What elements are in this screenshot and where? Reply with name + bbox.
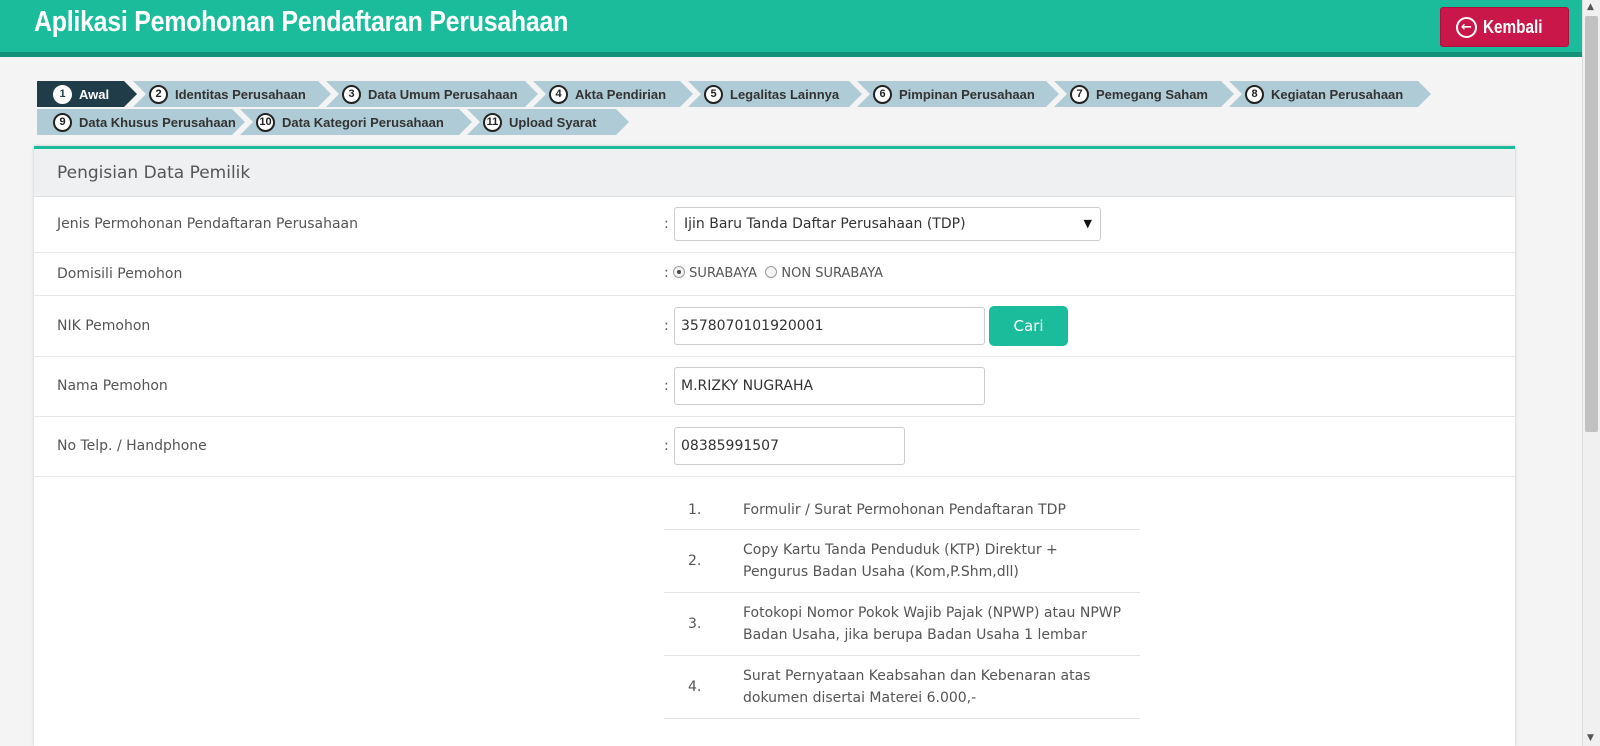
list-item: 3. Fotokopi Nomor Pokok Wajib Pajak (NPW… [664, 593, 1140, 656]
step-number-badge: 9 [53, 113, 72, 132]
nama-input[interactable]: M.RIZKY NUGRAHA [674, 367, 985, 405]
wizard-steps: 1 Awal 2 Identitas Perusahaan 3 Data Umu… [37, 81, 1537, 137]
step-label: Data Umum Perusahaan [368, 86, 518, 102]
colon: : [664, 216, 669, 232]
requirement-number: 3. [688, 616, 702, 632]
step-number-badge: 5 [704, 85, 723, 104]
step-data-kategori-perusahaan[interactable]: 10 Data Kategori Perusahaan [240, 109, 472, 135]
scroll-up-arrow-icon[interactable]: ▲ [1587, 2, 1594, 12]
form-row-nama: Nama Pemohon : M.RIZKY NUGRAHA [34, 357, 1515, 417]
telp-input[interactable]: 08385991507 [674, 427, 905, 465]
step-number-badge: 2 [149, 85, 168, 104]
list-item: 1. Formulir / Surat Permohonan Pendaftar… [664, 491, 1140, 530]
step-label: Data Khusus Perusahaan [79, 114, 236, 130]
wizard-steps-row-1: 1 Awal 2 Identitas Perusahaan 3 Data Umu… [37, 81, 1537, 108]
step-upload-syarat[interactable]: 11 Upload Syarat [467, 109, 629, 135]
step-pemegang-saham[interactable]: 7 Pemegang Saham [1054, 81, 1234, 107]
chevron-down-icon: ▼ [1083, 217, 1092, 230]
requirement-number: 4. [688, 679, 702, 695]
form-row-telp: No Telp. / Handphone : 08385991507 [34, 417, 1515, 477]
step-label: Kegiatan Perusahaan [1271, 86, 1404, 102]
step-akta-pendirian[interactable]: 4 Akta Pendirian [533, 81, 693, 107]
domisili-radio-group: : SURABAYA NON SURABAYA [664, 265, 887, 281]
step-label: Data Kategori Perusahaan [282, 114, 444, 130]
step-number-badge: 10 [256, 113, 275, 132]
arrow-left-circle-icon: ← [1455, 16, 1477, 38]
requirements-list: 1. Formulir / Surat Permohonan Pendaftar… [664, 491, 1140, 719]
colon: : [664, 318, 669, 334]
requirement-text: Surat Pernyataan Keabsahan dan Kebenaran… [743, 668, 1091, 706]
back-button[interactable]: ← Kembali [1440, 7, 1569, 47]
step-number-badge: 7 [1070, 85, 1089, 104]
radio-non-surabaya-label[interactable]: NON SURABAYA [781, 266, 883, 281]
page-scrollbar[interactable]: ▲ ▼ [1582, 0, 1600, 746]
step-label: Awal [79, 86, 110, 102]
step-label: Pemegang Saham [1096, 86, 1208, 102]
step-data-umum-perusahaan[interactable]: 3 Data Umum Perusahaan [326, 81, 538, 107]
colon: : [664, 265, 669, 281]
wizard-steps-row-2: 9 Data Khusus Perusahaan 10 Data Kategor… [37, 109, 1537, 136]
list-item: 4. Surat Pernyataan Keabsahan dan Kebena… [664, 656, 1140, 719]
requirement-text: Copy Kartu Tanda Penduduk (KTP) Direktur… [743, 542, 1058, 580]
app-header: Aplikasi Pemohonan Pendaftaran Perusahaa… [0, 0, 1582, 57]
step-identitas-perusahaan[interactable]: 2 Identitas Perusahaan [133, 81, 331, 107]
form-row-nik: NIK Pemohon : 3578070101920001 Cari [34, 296, 1515, 357]
radio-surabaya[interactable] [673, 266, 686, 278]
scroll-thumb[interactable] [1585, 16, 1598, 432]
requirement-text: Fotokopi Nomor Pokok Wajib Pajak (NPWP) … [743, 605, 1122, 643]
domisili-label: Domisili Pemohon [57, 266, 183, 282]
step-label: Pimpinan Perusahaan [899, 86, 1035, 102]
jenis-permohonan-select[interactable]: Ijin Baru Tanda Daftar Perusahaan (TDP) … [674, 207, 1101, 241]
step-number-badge: 4 [549, 85, 568, 104]
list-item: 2. Copy Kartu Tanda Penduduk (KTP) Direk… [664, 530, 1140, 593]
step-number-badge: 3 [342, 85, 361, 104]
step-data-khusus-perusahaan[interactable]: 9 Data Khusus Perusahaan [37, 109, 245, 135]
step-legalitas-lainnya[interactable]: 5 Legalitas Lainnya [688, 81, 862, 107]
requirement-number: 2. [688, 553, 702, 569]
nama-label: Nama Pemohon [57, 378, 168, 394]
step-label: Legalitas Lainnya [730, 86, 840, 102]
form-row-domisili: Domisili Pemohon : SURABAYA NON SURABAYA [34, 253, 1515, 296]
search-nik-button[interactable]: Cari [989, 306, 1068, 346]
step-awal[interactable]: 1 Awal [37, 81, 137, 107]
step-number-badge: 6 [873, 85, 892, 104]
radio-non-surabaya[interactable] [765, 266, 778, 278]
nik-label: NIK Pemohon [57, 318, 151, 334]
step-label: Akta Pendirian [575, 86, 667, 102]
jenis-label: Jenis Permohonan Pendaftaran Perusahaan [57, 216, 358, 232]
step-number-badge: 1 [53, 85, 72, 104]
step-label: Identitas Perusahaan [175, 86, 306, 102]
colon: : [664, 438, 669, 454]
step-kegiatan-perusahaan[interactable]: 8 Kegiatan Perusahaan [1229, 81, 1431, 107]
nik-input[interactable]: 3578070101920001 [674, 307, 985, 345]
colon: : [664, 378, 669, 394]
radio-surabaya-label[interactable]: SURABAYA [689, 266, 757, 281]
scroll-down-arrow-icon[interactable]: ▼ [1587, 733, 1594, 743]
step-number-badge: 11 [483, 113, 502, 132]
app-title: Aplikasi Pemohonan Pendaftaran Perusahaa… [34, 6, 569, 38]
requirement-text: Formulir / Surat Permohonan Pendaftaran … [743, 502, 1066, 518]
panel-title: Pengisian Data Pemilik [34, 149, 1515, 197]
requirement-number: 1. [688, 502, 702, 518]
owner-data-panel: Pengisian Data Pemilik Jenis Permohonan … [34, 146, 1515, 746]
step-number-badge: 8 [1245, 85, 1264, 104]
form-row-jenis: Jenis Permohonan Pendaftaran Perusahaan … [34, 197, 1515, 253]
telp-label: No Telp. / Handphone [57, 438, 207, 454]
step-label: Upload Syarat [509, 114, 597, 130]
step-pimpinan-perusahaan[interactable]: 6 Pimpinan Perusahaan [857, 81, 1059, 107]
back-button-label: Kembali [1482, 16, 1543, 37]
jenis-select-value: Ijin Baru Tanda Daftar Perusahaan (TDP) [684, 216, 966, 232]
